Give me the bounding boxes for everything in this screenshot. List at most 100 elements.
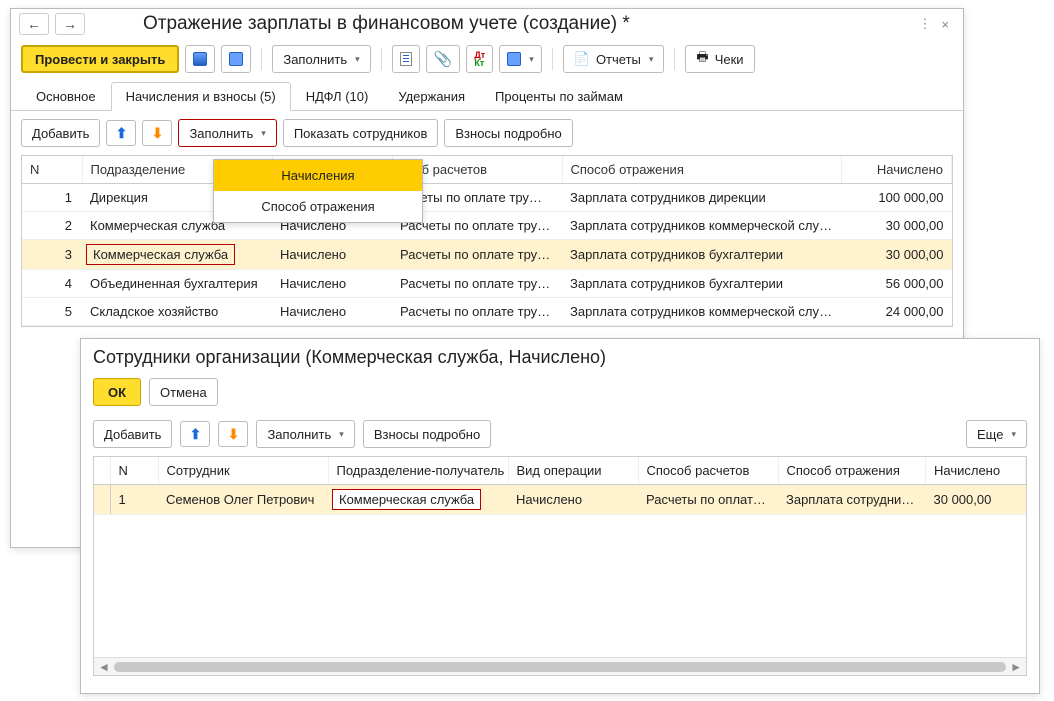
col-n[interactable]: N xyxy=(22,156,82,184)
move-down-button[interactable]: ⬇ xyxy=(142,120,172,146)
printer-icon: 🖶 xyxy=(696,48,708,70)
table-row[interactable]: 4 Объединенная бухгалтерия Начислено Рас… xyxy=(22,270,952,298)
dtkt-icon: ДтКт xyxy=(474,51,485,67)
table-row[interactable]: 1 Дирекция асчеты по оплате тру… Зарплат… xyxy=(22,184,952,212)
cell-amt: 100 000,00 xyxy=(842,184,952,212)
transactions-button[interactable]: ДтКт xyxy=(466,45,493,73)
chevron-down-icon: ▾ xyxy=(1011,429,1016,440)
horizontal-scrollbar[interactable]: ◄ ► xyxy=(94,657,1026,675)
cell-refl: Зарплата сотрудников дирекции xyxy=(562,184,842,212)
table-row[interactable]: 5 Складское хозяйство Начислено Расчеты … xyxy=(22,298,952,326)
employees-window: Сотрудники организации (Коммерческая слу… xyxy=(80,338,1040,694)
show-employees-button[interactable]: Показать сотрудников xyxy=(283,119,439,147)
move-up-button[interactable]: ⬆ xyxy=(180,421,210,447)
checks-button[interactable]: 🖶Чеки xyxy=(685,45,754,73)
extra-icon xyxy=(507,52,521,66)
contributions-detail-button[interactable]: Взносы подробно xyxy=(444,119,572,147)
employees-grid: N Сотрудник Подразделение-получатель Вид… xyxy=(93,456,1027,676)
post-icon xyxy=(229,52,243,66)
scroll-left-icon[interactable]: ◄ xyxy=(98,660,110,674)
tab-loans[interactable]: Проценты по займам xyxy=(480,82,638,111)
separator xyxy=(381,48,382,70)
cell-op: Начислено xyxy=(272,240,392,270)
scroll-right-icon[interactable]: ► xyxy=(1010,660,1022,674)
cell-calc: Расчеты по оплате тру… xyxy=(392,240,562,270)
table-row[interactable]: 1 Семенов Олег Петрович Коммерческая слу… xyxy=(94,485,1026,515)
cell-refl: Зарплата сотрудников коммерческой службы xyxy=(562,298,842,326)
cell-dept: Коммерческая служба xyxy=(82,240,272,270)
separator xyxy=(261,48,262,70)
cell-amt: 30 000,00 xyxy=(842,212,952,240)
cell-calc: Расчеты по оплате тру… xyxy=(392,270,562,298)
add-button[interactable]: Добавить xyxy=(21,119,100,147)
move-up-button[interactable]: ⬆ xyxy=(106,120,136,146)
cell-calc: Расчеты по оплате … xyxy=(638,485,778,515)
col-calc[interactable]: Способ расчетов xyxy=(638,457,778,485)
extra-button[interactable]: ▾ xyxy=(499,45,542,73)
chevron-down-icon: ▾ xyxy=(339,429,344,440)
window-title: Сотрудники организации (Коммерческая слу… xyxy=(93,347,606,368)
col-n[interactable]: N xyxy=(110,457,158,485)
tabs: Основное Начисления и взносы (5) НДФЛ (1… xyxy=(11,81,963,111)
cell-refl: Зарплата сотрудников бухгалтерии xyxy=(562,270,842,298)
cell-amt: 24 000,00 xyxy=(842,298,952,326)
reports-icon: 📄 xyxy=(574,51,590,67)
chevron-down-icon: ▾ xyxy=(529,54,534,65)
cell-refl: Зарплата сотрудников … xyxy=(778,485,926,515)
cancel-button[interactable]: Отмена xyxy=(149,378,218,406)
cell-n: 5 xyxy=(22,298,82,326)
move-down-button[interactable]: ⬇ xyxy=(218,421,248,447)
col-dept[interactable]: Подразделение-получатель xyxy=(328,457,508,485)
dropdown-item-accruals[interactable]: Начисления xyxy=(214,160,422,191)
save-button[interactable] xyxy=(185,45,215,73)
titlebar: Сотрудники организации (Коммерческая слу… xyxy=(81,339,1039,374)
table-row[interactable]: 3 Коммерческая служба Начислено Расчеты … xyxy=(22,240,952,270)
paperclip-icon: 📎 xyxy=(434,50,453,68)
nav-back-button[interactable]: ← xyxy=(19,13,49,35)
col-accrued[interactable]: Начислено xyxy=(842,156,952,184)
document-button[interactable] xyxy=(392,45,420,73)
tab-ndfl[interactable]: НДФЛ (10) xyxy=(291,82,384,111)
cell-dept: Складское хозяйство xyxy=(82,298,272,326)
chevron-down-icon: ▾ xyxy=(355,54,360,65)
grid-toolbar: Добавить ⬆ ⬇ Заполнить ▾ Показать сотруд… xyxy=(11,111,963,155)
post-button[interactable] xyxy=(221,45,251,73)
tab-deductions[interactable]: Удержания xyxy=(383,82,480,111)
tab-main[interactable]: Основное xyxy=(21,82,111,111)
col-employee[interactable]: Сотрудник xyxy=(158,457,328,485)
col-amt[interactable]: Начислено xyxy=(926,457,1026,485)
cell-op: Начислено xyxy=(272,298,392,326)
attach-button[interactable]: 📎 xyxy=(426,45,461,73)
menu-icon[interactable]: ⋮ xyxy=(918,16,931,32)
nav-forward-button[interactable]: → xyxy=(55,13,85,35)
dropdown-item-reflection[interactable]: Способ отражения xyxy=(214,191,422,222)
cell-employee: Семенов Олег Петрович xyxy=(158,485,328,515)
fill-button[interactable]: Заполнить▾ xyxy=(272,45,370,73)
contributions-detail-button[interactable]: Взносы подробно xyxy=(363,420,491,448)
col-refl[interactable]: Способ отражения xyxy=(562,156,842,184)
cell-op: Начислено xyxy=(508,485,638,515)
separator xyxy=(674,48,675,70)
cell-refl: Зарплата сотрудников бухгалтерии xyxy=(562,240,842,270)
highlighted-cell: Коммерческая служба xyxy=(86,244,235,265)
close-icon[interactable]: × xyxy=(941,17,949,32)
post-and-close-button[interactable]: Провести и закрыть xyxy=(21,45,179,73)
chevron-down-icon: ▾ xyxy=(261,128,266,139)
col-handle xyxy=(94,457,110,485)
cell-n: 1 xyxy=(22,184,82,212)
col-refl[interactable]: Способ отражения xyxy=(778,457,926,485)
fill-button[interactable]: Заполнить ▾ xyxy=(256,420,354,448)
cell-n: 1 xyxy=(110,485,158,515)
col-op[interactable]: Вид операции xyxy=(508,457,638,485)
save-icon xyxy=(193,52,207,66)
dialog-toolbar: ОК Отмена xyxy=(81,374,1039,416)
grid-fill-button[interactable]: Заполнить ▾ xyxy=(178,119,276,147)
reports-button[interactable]: 📄Отчеты▾ xyxy=(563,45,665,73)
table-row[interactable]: 2 Коммерческая служба Начислено Расчеты … xyxy=(22,212,952,240)
row-handle[interactable] xyxy=(94,485,110,515)
tab-accruals[interactable]: Начисления и взносы (5) xyxy=(111,82,291,111)
more-button[interactable]: Еще ▾ xyxy=(966,420,1027,448)
scroll-thumb[interactable] xyxy=(114,662,1006,672)
ok-button[interactable]: ОК xyxy=(93,378,141,406)
add-button[interactable]: Добавить xyxy=(93,420,172,448)
